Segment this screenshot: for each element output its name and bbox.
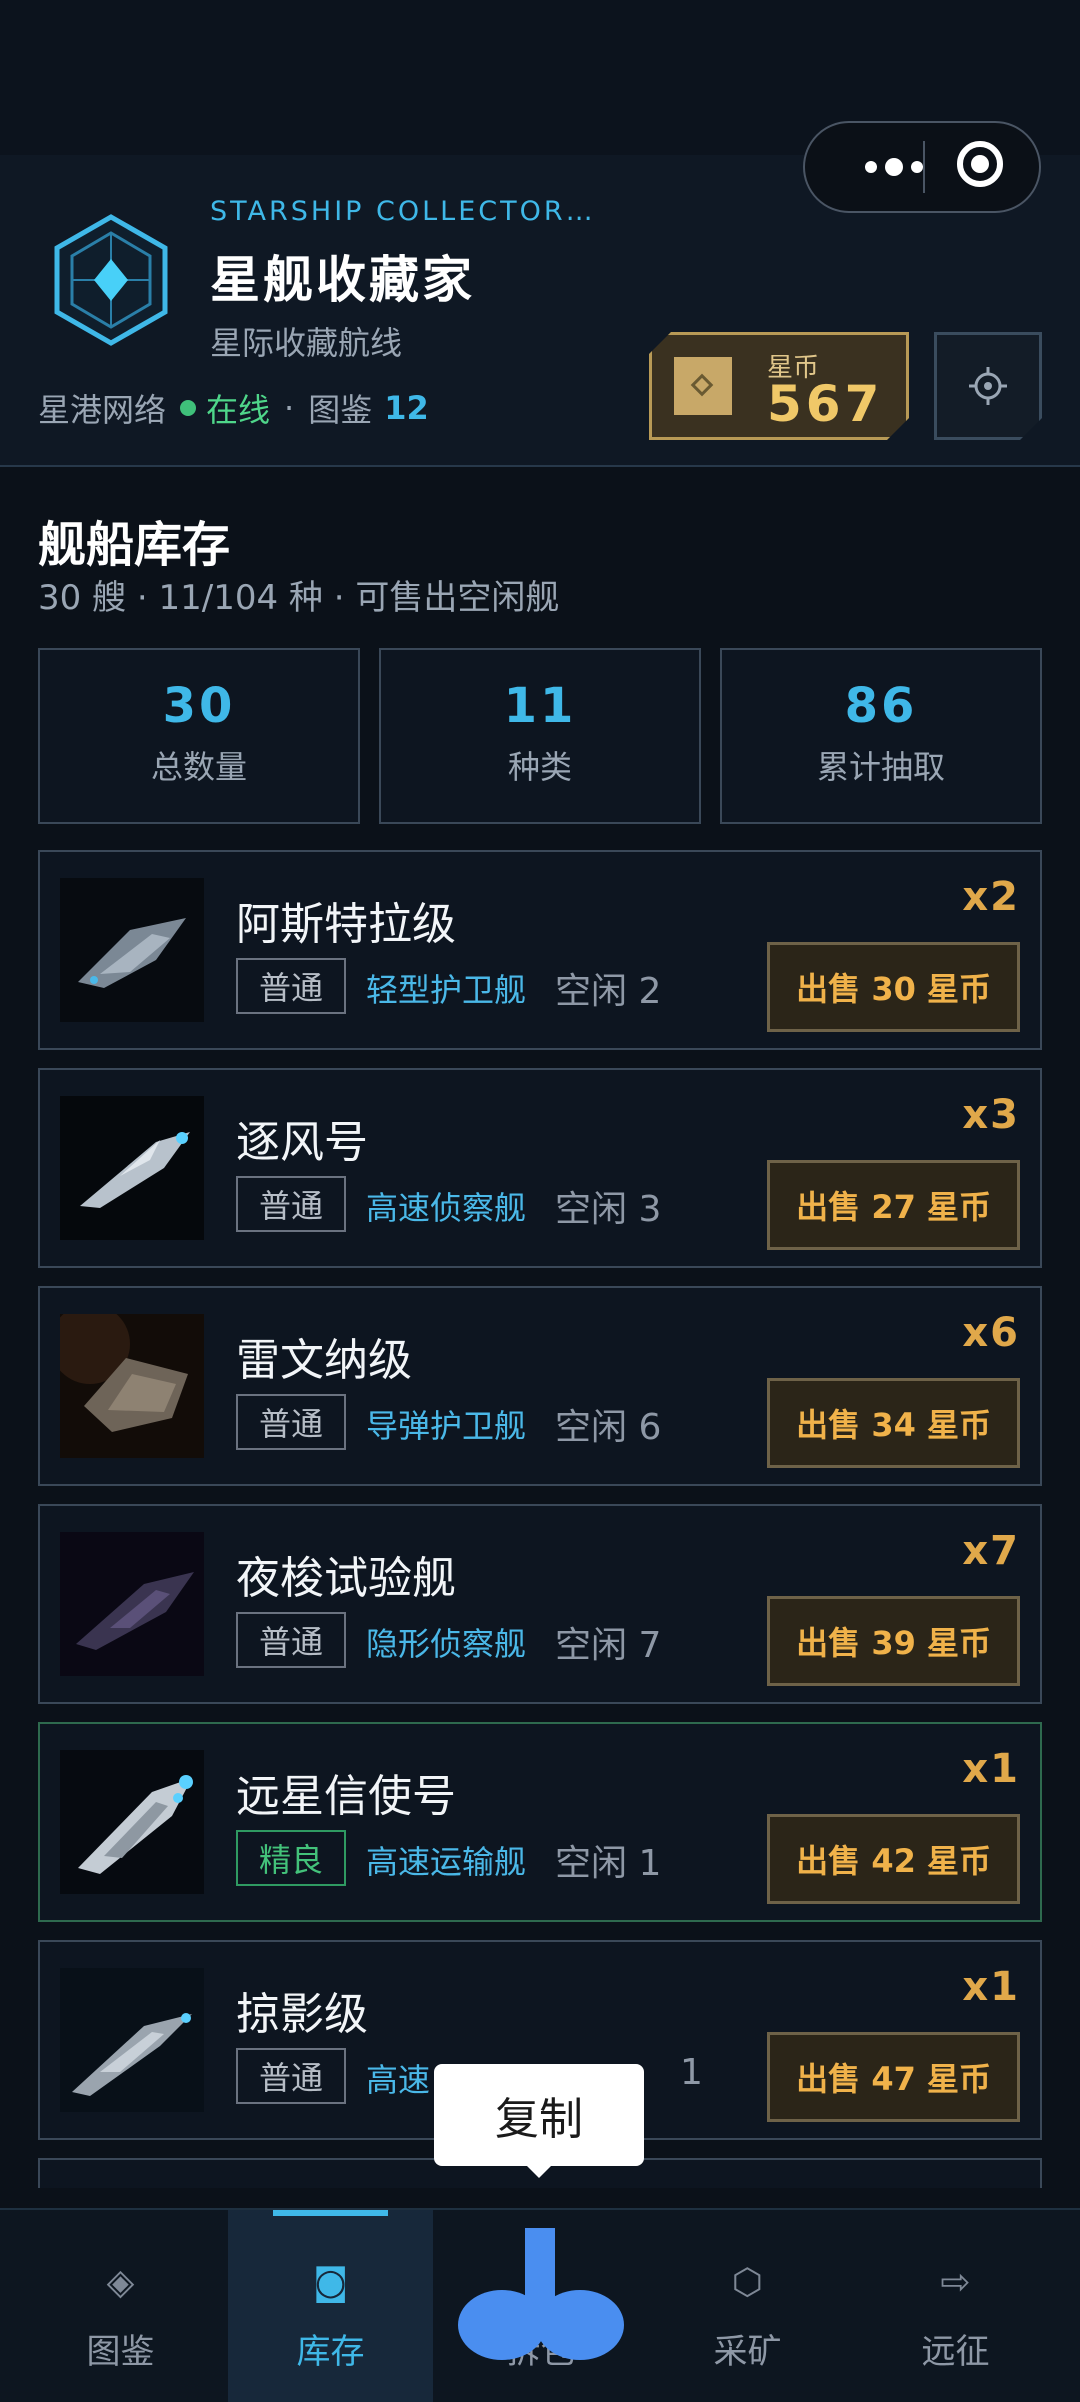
tab-label: 远征: [921, 2332, 990, 2372]
online-indicator-icon: [180, 400, 197, 416]
app-subtitle: 星际收藏航线: [210, 324, 403, 362]
ship-quantity: x7: [962, 1528, 1020, 1574]
tab-inventory[interactable]: ◙ 库存: [228, 2210, 433, 2402]
section-title: 舰船库存: [38, 517, 231, 573]
ship-name: 夜梭试验舰: [236, 1553, 456, 1604]
ship-image: [60, 1314, 204, 1458]
idle-count: 空闲 6: [555, 1407, 662, 1448]
tab-expedition[interactable]: ⇨ 远征: [853, 2210, 1058, 2402]
tab-codex[interactable]: ◈ 图鉴: [18, 2210, 223, 2402]
idle-count: 空闲 1: [555, 1843, 662, 1884]
sell-button[interactable]: 出售 34 星币: [767, 1378, 1020, 1468]
ship-quantity: x1: [962, 1964, 1020, 2010]
more-options-button[interactable]: [835, 123, 953, 211]
sell-button[interactable]: 出售 47 星币: [767, 2032, 1020, 2122]
codex-label: 图鉴: [308, 391, 373, 429]
coin-icon: [674, 357, 732, 415]
app-logo-icon: [54, 214, 168, 346]
ship-card[interactable]: 逐风号 普通 高速侦察舰 空闲 3 x3 出售 27 星币: [38, 1068, 1042, 1268]
stat-value: 11: [503, 678, 577, 734]
ship-name: 雷文纳级: [236, 1335, 412, 1386]
mini-program-capsule: [803, 121, 1041, 213]
idle-count: 空闲 3: [555, 1189, 662, 1230]
active-tab-indicator: [273, 2210, 388, 2216]
ship-image: [60, 1532, 204, 1676]
ship-card[interactable]: 夜梭试验舰 普通 隐形侦察舰 空闲 7 x7 出售 39 星币: [38, 1504, 1042, 1704]
brand-english-name: STARSHIP COLLECTOR…: [210, 196, 596, 227]
box-icon: ◙: [313, 2262, 348, 2303]
gear-icon: [967, 365, 1009, 407]
ship-name: 掠影级: [236, 1989, 368, 2040]
sell-button[interactable]: 出售 27 星币: [767, 1160, 1020, 1250]
ship-image: [60, 878, 204, 1022]
tab-label: 库存: [296, 2332, 365, 2372]
hexagon-icon: ⬡: [731, 2262, 764, 2303]
idle-count: 空闲 2: [555, 971, 662, 1012]
coin-balance[interactable]: 星币 567: [649, 332, 909, 440]
stat-label: 累计抽取: [816, 748, 945, 786]
ship-card[interactable]: 远星信使号 精良 高速运输舰 空闲 1 x1 出售 42 星币: [38, 1722, 1042, 1922]
diamond-icon: ◈: [106, 2262, 135, 2303]
ship-class: 导弹护卫舰: [366, 1407, 527, 1445]
selection-handle-end[interactable]: [536, 2290, 624, 2360]
rarity-badge: 普通: [236, 958, 346, 1014]
stat-label: 种类: [507, 748, 572, 786]
ship-class: 隐形侦察舰: [366, 1625, 527, 1663]
capsule-divider: [923, 141, 925, 193]
ship-name: 逐风号: [236, 1117, 368, 1168]
ship-card[interactable]: 雷文纳级 普通 导弹护卫舰 空闲 6 x6 出售 34 星币: [38, 1286, 1042, 1486]
stat-draws: 86 累计抽取: [720, 648, 1042, 824]
sell-button[interactable]: 出售 30 星币: [767, 942, 1020, 1032]
ship-quantity: x3: [962, 1092, 1020, 1138]
separator: ·: [284, 389, 295, 427]
ship-class: 轻型护卫舰: [366, 971, 527, 1009]
arrow-right-icon: ⇨: [940, 2262, 971, 2303]
ship-image: [60, 1968, 204, 2112]
copy-menu-item[interactable]: 复制: [434, 2064, 644, 2178]
codex-count: 12: [384, 389, 429, 427]
ship-image: [60, 1096, 204, 1240]
settings-button[interactable]: [934, 332, 1042, 440]
ship-image: [60, 1750, 204, 1894]
ship-name: 阿斯特拉级: [236, 899, 456, 950]
stat-value: 86: [844, 678, 918, 734]
app-title: 星舰收藏家: [210, 251, 475, 309]
coin-value: 567: [767, 375, 884, 433]
ship-quantity: x2: [962, 874, 1020, 920]
rarity-badge: 普通: [236, 1394, 346, 1450]
ship-name: 远星信使号: [236, 1771, 456, 1822]
rarity-badge: 普通: [236, 1176, 346, 1232]
section-subtitle: 30 艘 · 11/104 种 · 可售出空闲舰: [38, 578, 560, 618]
ship-card[interactable]: 阿斯特拉级 普通 轻型护卫舰 空闲 2 x2 出售 30 星币: [38, 850, 1042, 1050]
ship-class: 高速运输舰: [366, 1843, 527, 1881]
ship-quantity: x1: [962, 1746, 1020, 1792]
tab-label: 图鉴: [86, 2332, 155, 2372]
sell-button[interactable]: 出售 42 星币: [767, 1814, 1020, 1904]
rarity-badge: 普通: [236, 2048, 346, 2104]
idle-count: 1: [680, 2052, 703, 2093]
close-mini-program-button[interactable]: [957, 141, 1003, 187]
stat-total: 30 总数量: [38, 648, 360, 824]
stat-value: 30: [162, 678, 236, 734]
ship-class: 高速侦察舰: [366, 1189, 527, 1227]
network-label: 星港网络: [38, 391, 167, 429]
online-status: 在线: [206, 391, 271, 429]
rarity-badge: 精良: [236, 1830, 346, 1886]
ship-class: 高速: [366, 2061, 431, 2099]
sell-button[interactable]: 出售 39 星币: [767, 1596, 1020, 1686]
tab-label: 采矿: [713, 2332, 782, 2372]
rarity-badge: 普通: [236, 1612, 346, 1668]
selection-handle-start[interactable]: [458, 2290, 546, 2360]
stat-kinds: 11 种类: [379, 648, 701, 824]
network-status: 星港网络 在线 · 图鉴 12: [38, 385, 429, 431]
stat-label: 总数量: [150, 748, 247, 786]
idle-count: 空闲 7: [555, 1625, 662, 1666]
ship-quantity: x6: [962, 1310, 1020, 1356]
tab-mining[interactable]: ⬡ 采矿: [645, 2210, 850, 2402]
